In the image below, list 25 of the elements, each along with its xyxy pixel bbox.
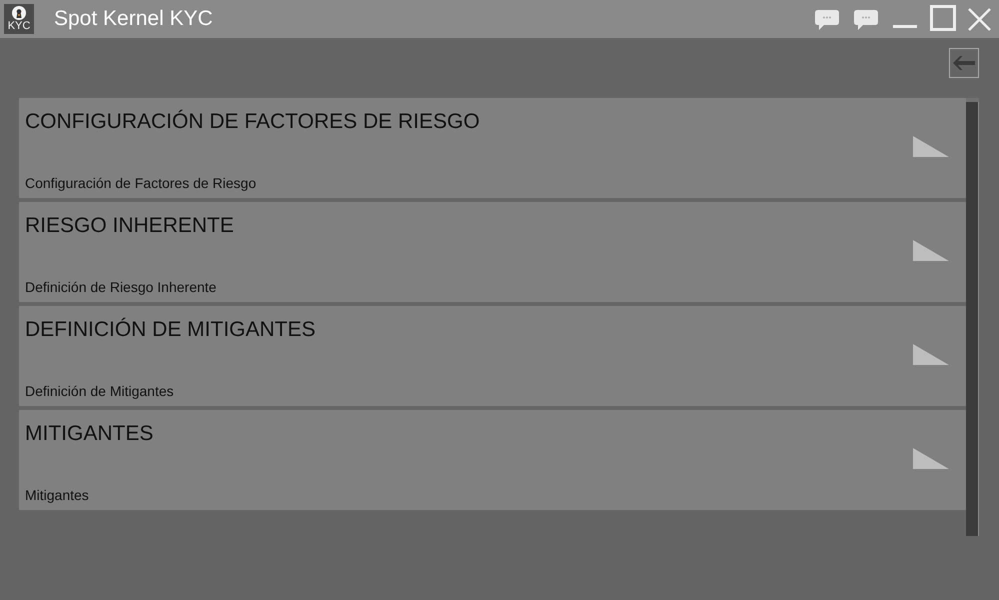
triangle-icon: [913, 240, 949, 261]
triangle-icon: [913, 344, 949, 365]
menu-tile[interactable]: CONFIGURACIÓN DE FACTORES DE RIESGO Configuración de Factores de Riesgo: [19, 98, 966, 198]
menu-tile[interactable]: MITIGANTES Mitigantes: [19, 410, 966, 510]
back-button[interactable]: [949, 48, 979, 78]
tile-title: DEFINICIÓN DE MITIGANTES: [25, 316, 316, 343]
chat-bubble-icon[interactable]: [815, 10, 839, 31]
tile-subtitle: Configuración de Factores de Riesgo: [25, 174, 256, 192]
chat-bubble-icon[interactable]: [854, 10, 878, 31]
keyhole-icon: [12, 6, 26, 20]
tile-subtitle: Definición de Riesgo Inherente: [25, 278, 216, 296]
tile-title: MITIGANTES: [25, 421, 154, 447]
logo-text: KYC: [8, 20, 30, 32]
arrow-left-icon: [953, 56, 975, 70]
tile-subtitle: Definición de Mitigantes: [25, 382, 174, 400]
tile-title: CONFIGURACIÓN DE FACTORES DE RIESGO: [25, 108, 480, 135]
tile-title: RIESGO INHERENTE: [25, 213, 234, 239]
triangle-icon: [913, 448, 949, 469]
menu-tile[interactable]: RIESGO INHERENTE Definición de Riesgo Inherente: [19, 202, 966, 302]
close-icon[interactable]: [968, 8, 991, 31]
triangle-icon: [913, 136, 949, 157]
menu-tile[interactable]: DEFINICIÓN DE MITIGANTES Definición de Mitigantes: [19, 306, 966, 406]
maximize-icon[interactable]: [930, 5, 956, 31]
tile-subtitle: Mitigantes: [25, 486, 89, 504]
window-title: Spot Kernel KYC: [54, 7, 213, 31]
